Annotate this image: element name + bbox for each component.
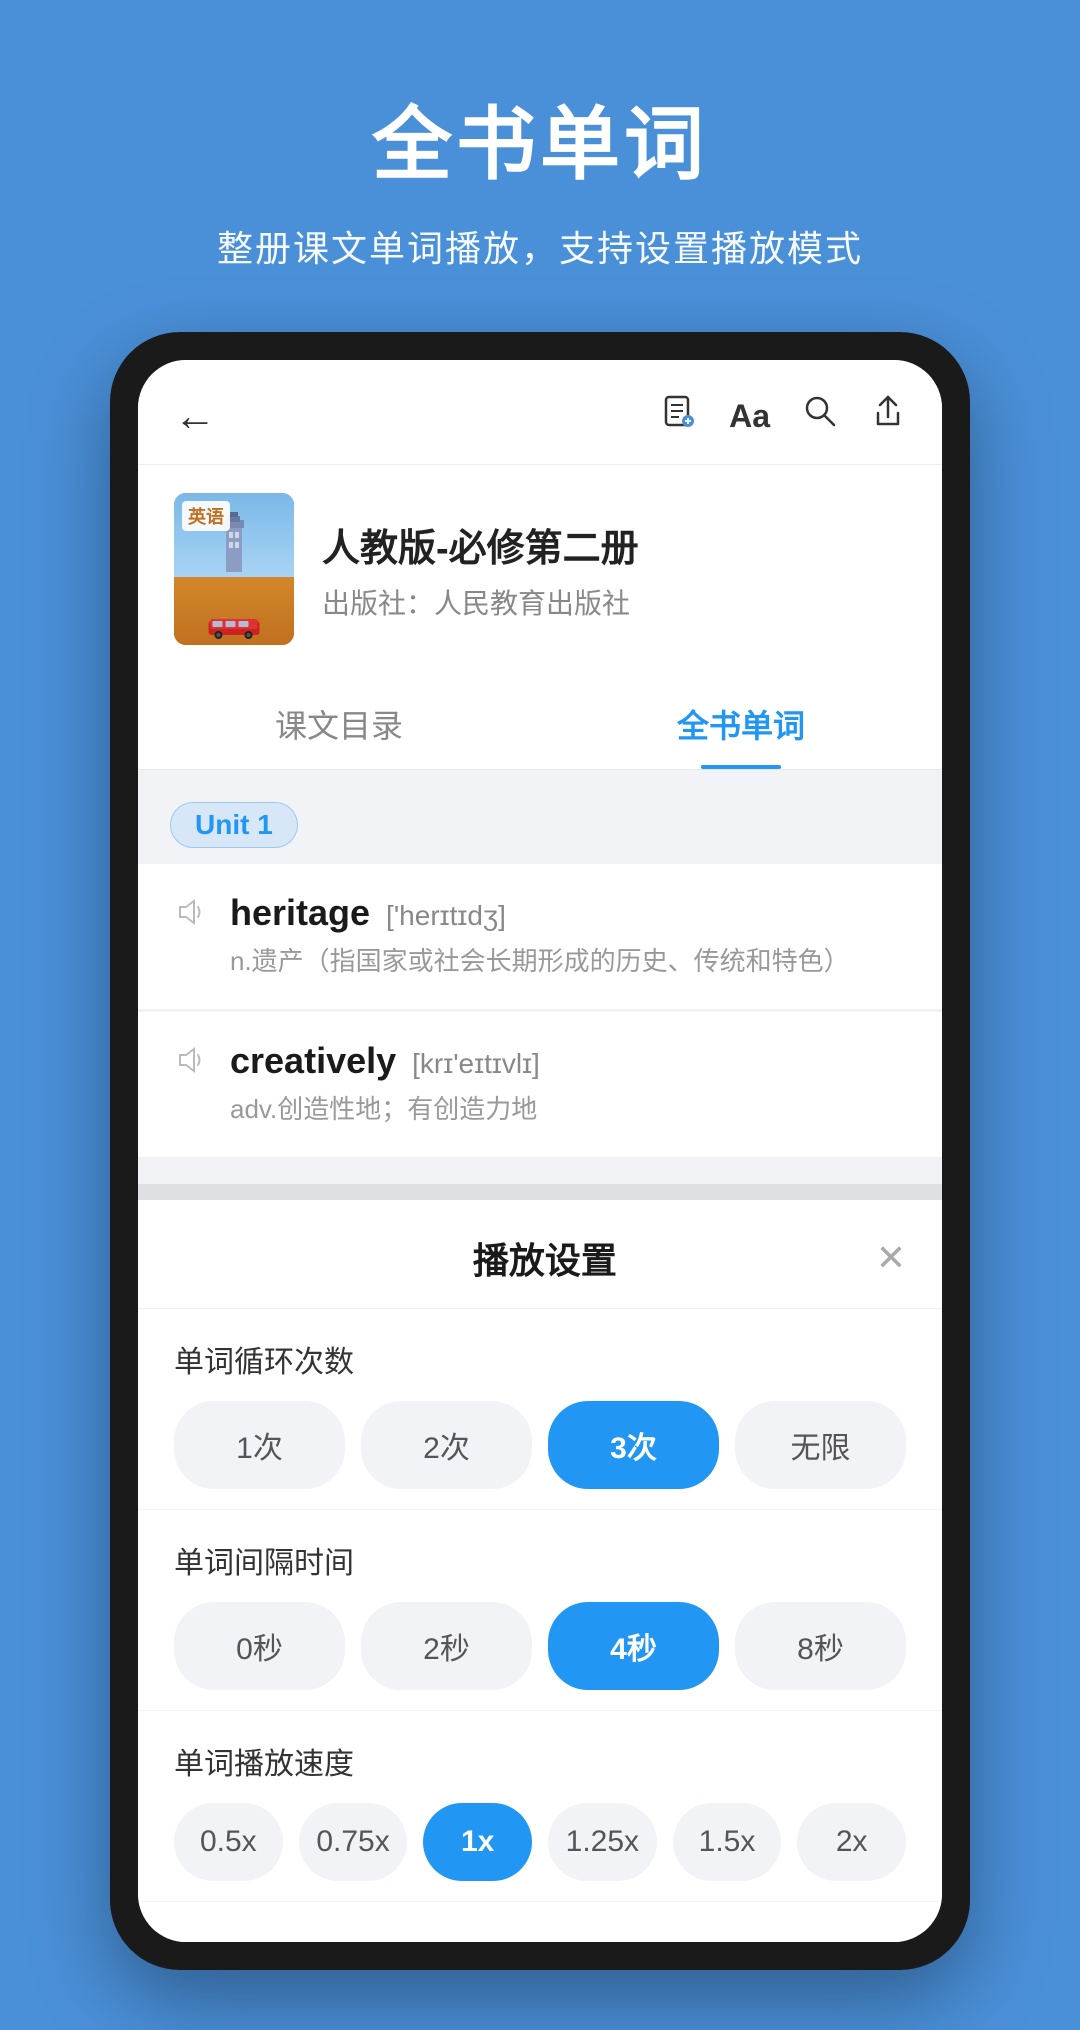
overlay-separator — [138, 1184, 942, 1200]
word-main-1: heritage ['herɪtɪdʒ] — [230, 892, 906, 934]
speed-option-4[interactable]: 1.5x — [673, 1803, 782, 1881]
word-content-1: heritage ['herɪtɪdʒ] n.遗产（指国家或社会长期形成的历史、… — [230, 892, 906, 981]
search-icon[interactable] — [802, 393, 838, 439]
share-icon[interactable] — [870, 393, 906, 439]
sheet-title: 播放设置 — [214, 1232, 876, 1284]
tab-catalog[interactable]: 课文目录 — [138, 673, 540, 769]
tabs-row: 课文目录 全书单词 — [138, 673, 942, 770]
speed-option-2[interactable]: 1x — [423, 1803, 532, 1881]
sub-title: 整册课文单词播放，支持设置播放模式 — [217, 220, 863, 272]
speed-option-1[interactable]: 0.75x — [299, 1803, 408, 1881]
word-content-2: creatively [krɪ'eɪtɪvlɪ] adv.创造性地；有创造力地 — [230, 1040, 906, 1129]
book-label-text: 英语 — [182, 501, 230, 531]
book-title: 人教版-必修第二册 — [322, 517, 639, 572]
book-publisher: 出版社：人民教育出版社 — [322, 582, 639, 622]
close-sheet-button[interactable]: ✕ — [876, 1237, 906, 1279]
word-phonetic-1: ['herɪtɪdʒ] — [386, 900, 506, 932]
book-cover: 英语 — [174, 493, 294, 645]
tab-words[interactable]: 全书单词 — [540, 673, 942, 769]
speed-option-5[interactable]: 2x — [797, 1803, 906, 1881]
speed-label: 单词播放速度 — [174, 1739, 906, 1783]
repeat-option-0[interactable]: 1次 — [174, 1401, 345, 1489]
app-header: ← Aa — [138, 360, 942, 465]
word-english-1: heritage — [230, 892, 370, 934]
word-def-1: n.遗产（指国家或社会长期形成的历史、传统和特色） — [230, 942, 906, 981]
interval-option-2[interactable]: 4秒 — [548, 1602, 719, 1690]
back-button[interactable]: ← — [174, 392, 216, 440]
font-size-icon[interactable]: Aa — [729, 398, 770, 435]
word-english-2: creatively — [230, 1040, 396, 1082]
repeat-label: 单词循环次数 — [174, 1337, 906, 1381]
interval-options: 0秒 2秒 4秒 8秒 — [174, 1602, 906, 1690]
interval-label: 单词间隔时间 — [174, 1538, 906, 1582]
interval-option-1[interactable]: 2秒 — [361, 1602, 532, 1690]
speed-option-3[interactable]: 1.25x — [548, 1803, 657, 1881]
sheet-header: 播放设置 ✕ — [138, 1200, 942, 1309]
word-def-2: adv.创造性地；有创造力地 — [230, 1090, 906, 1129]
settings-sheet: 播放设置 ✕ 单词循环次数 1次 2次 3次 无限 单词间隔时间 0秒 2秒 — [138, 1200, 942, 1902]
word-main-2: creatively [krɪ'eɪtɪvlɪ] — [230, 1040, 906, 1082]
word-list-area: Unit 1 heritage ['herɪtɪdʒ] n.遗产（指国家或社会长… — [138, 770, 942, 1184]
bottom-padding — [138, 1902, 942, 1942]
phone-device: ← Aa — [110, 332, 970, 1970]
speed-section: 单词播放速度 0.5x 0.75x 1x 1.25x 1.5x 2x — [138, 1711, 942, 1902]
speed-option-0[interactable]: 0.5x — [174, 1803, 283, 1881]
word-item: creatively [krɪ'eɪtɪvlɪ] adv.创造性地；有创造力地 — [138, 1012, 942, 1158]
book-details: 人教版-必修第二册 出版社：人民教育出版社 — [322, 517, 639, 622]
bookmark-icon[interactable] — [661, 393, 697, 439]
main-title: 全书单词 — [372, 80, 708, 196]
header-icons: Aa — [661, 393, 906, 439]
unit-badge: Unit 1 — [170, 802, 298, 848]
repeat-options: 1次 2次 3次 无限 — [174, 1401, 906, 1489]
repeat-option-2[interactable]: 3次 — [548, 1401, 719, 1489]
word-item: heritage ['herɪtɪdʒ] n.遗产（指国家或社会长期形成的历史、… — [138, 864, 942, 1010]
top-section: 全书单词 整册课文单词播放，支持设置播放模式 — [0, 0, 1080, 332]
interval-option-3[interactable]: 8秒 — [735, 1602, 906, 1690]
repeat-section: 单词循环次数 1次 2次 3次 无限 — [138, 1309, 942, 1510]
interval-option-0[interactable]: 0秒 — [174, 1602, 345, 1690]
unit-badge-row: Unit 1 — [138, 794, 942, 864]
phone-screen: ← Aa — [138, 360, 942, 1942]
repeat-option-1[interactable]: 2次 — [361, 1401, 532, 1489]
speaker-icon-2[interactable] — [174, 1044, 206, 1085]
interval-section: 单词间隔时间 0秒 2秒 4秒 8秒 — [138, 1510, 942, 1711]
book-info: 英语 人教版-必修第二册 出版社：人民教育出版社 — [138, 465, 942, 673]
speed-options: 0.5x 0.75x 1x 1.25x 1.5x 2x — [174, 1803, 906, 1881]
speaker-icon-1[interactable] — [174, 896, 206, 937]
word-phonetic-2: [krɪ'eɪtɪvlɪ] — [412, 1048, 540, 1080]
repeat-option-3[interactable]: 无限 — [735, 1401, 906, 1489]
